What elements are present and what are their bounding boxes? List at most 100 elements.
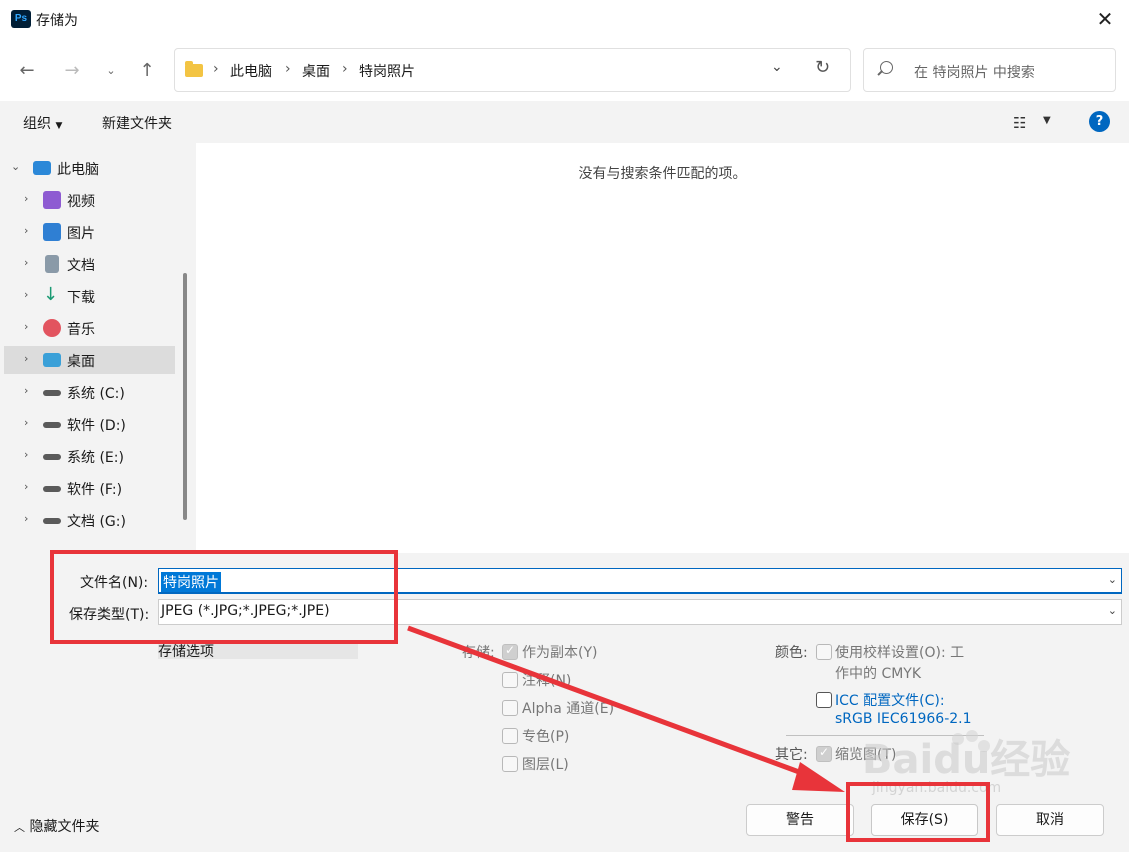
search-box[interactable]: 在 特岗照片 中搜索 [863, 48, 1116, 92]
filetype-value: JPEG (*.JPG;*.JPEG;*.JPE) [161, 603, 330, 619]
sidebar-item-label: 下载 [67, 290, 95, 306]
sidebar-item-desktop[interactable]: › 桌面 [4, 346, 175, 374]
notes-checkbox[interactable] [502, 672, 518, 688]
warning-button[interactable]: 警告 [746, 804, 854, 836]
address-history-dropdown[interactable]: ⌄ [771, 59, 783, 75]
arrow-up-icon: ↑ [139, 60, 155, 81]
spot-color-label: 专色(P) [522, 729, 570, 745]
chevron-right-icon[interactable]: › [24, 384, 28, 397]
alpha-label: Alpha 通道(E) [522, 701, 615, 717]
download-icon: ↓ [43, 284, 59, 305]
sidebar-item-label: 文档 (G:) [67, 514, 126, 530]
address-bar[interactable]: › 此电脑 › 桌面 › 特岗照片 ⌄ ↻ [174, 48, 851, 92]
recent-locations-button[interactable]: ⌄ [100, 60, 122, 82]
sidebar-item-label: 视频 [67, 194, 95, 210]
chevron-right-icon[interactable]: › [24, 416, 28, 429]
caret-down-icon[interactable]: ▼ [1043, 115, 1051, 126]
proof-setup-label: 使用校样设置(O): 工 [835, 645, 965, 661]
back-button[interactable]: ← [16, 60, 38, 82]
chevron-right-icon[interactable]: › [24, 320, 28, 333]
close-icon: ✕ [1096, 7, 1114, 31]
search-input[interactable]: 在 特岗照片 中搜索 [914, 62, 1035, 82]
picture-icon [43, 223, 61, 241]
chevron-right-icon[interactable]: › [24, 192, 28, 205]
chevron-down-icon: ⌄ [106, 64, 116, 77]
breadcrumb-item[interactable]: 特岗照片 [359, 61, 415, 81]
storage-label: 存储: [462, 645, 495, 661]
drive-icon [43, 486, 61, 492]
up-button[interactable]: ↑ [136, 60, 158, 82]
close-button[interactable]: ✕ [1091, 6, 1119, 34]
new-folder-button[interactable]: 新建文件夹 [102, 113, 172, 133]
drive-icon [43, 454, 61, 460]
chevron-right-icon[interactable]: › [24, 448, 28, 461]
sidebar-item-documents[interactable]: › 文档 [0, 250, 180, 278]
music-icon [43, 319, 61, 337]
computer-icon [33, 161, 51, 175]
sidebar-item-label: 此电脑 [57, 162, 99, 178]
chevron-right-icon[interactable]: › [24, 352, 28, 365]
sidebar-item-label: 桌面 [67, 354, 95, 370]
sidebar-item-downloads[interactable]: › ↓ 下载 [0, 282, 180, 310]
sidebar-item-drive-g[interactable]: › 文档 (G:) [0, 506, 180, 534]
search-icon [880, 61, 893, 74]
sidebar-item-label: 系统 (E:) [67, 450, 124, 466]
chevron-right-icon: › [342, 61, 348, 77]
sidebar-item-music[interactable]: › 音乐 [0, 314, 180, 342]
organize-menu[interactable]: 组织 ▼ [23, 113, 62, 133]
chevron-right-icon[interactable]: › [24, 224, 28, 237]
chevron-right-icon: › [213, 61, 219, 77]
chevron-right-icon[interactable]: › [24, 512, 28, 525]
layers-checkbox[interactable] [502, 756, 518, 772]
save-options-panel: 文件名(N): 特岗照片 ⌄ 保存类型(T): JPEG (*.JPG;*.JP… [0, 553, 1129, 852]
view-options-icon[interactable]: ☷ [1013, 114, 1026, 132]
sidebar-item-drive-c[interactable]: › 系统 (C:) [0, 378, 180, 406]
cancel-button[interactable]: 取消 [996, 804, 1104, 836]
sidebar-item-pictures[interactable]: › 图片 [0, 218, 180, 246]
chevron-down-icon[interactable]: ⌄ [1108, 573, 1117, 586]
forward-button[interactable]: → [61, 60, 83, 82]
filetype-select[interactable]: JPEG (*.JPG;*.JPEG;*.JPE) ⌄ [158, 599, 1122, 625]
sidebar-item-label: 文档 [67, 258, 95, 274]
hide-folders-toggle[interactable]: ︿ 隐藏文件夹 [14, 816, 99, 836]
proof-setup-label-line2: 作中的 CMYK [835, 666, 922, 682]
sidebar-item-this-pc[interactable]: ⌄ 此电脑 [0, 154, 180, 182]
other-label: 其它: [775, 747, 808, 763]
toolbar: 组织 ▼ 新建文件夹 ☷ ▼ ? [0, 101, 1129, 143]
breadcrumb-item[interactable]: 桌面 [302, 61, 330, 81]
filename-input[interactable]: 特岗照片 ⌄ [158, 568, 1122, 594]
sidebar-item-drive-e[interactable]: › 系统 (E:) [0, 442, 180, 470]
sidebar-scrollbar[interactable] [183, 273, 187, 520]
file-list[interactable]: 没有与搜索条件匹配的项。 [196, 143, 1129, 553]
sidebar-item-label: 音乐 [67, 322, 95, 338]
chevron-down-icon[interactable]: ⌄ [1108, 604, 1117, 617]
sidebar-item-videos[interactable]: › 视频 [0, 186, 180, 214]
arrow-left-icon: ← [19, 60, 35, 81]
spot-color-checkbox[interactable] [502, 728, 518, 744]
arrow-right-icon: → [64, 60, 80, 81]
icc-profile-value: sRGB IEC61966-2.1 [835, 711, 972, 727]
sidebar-item-drive-d[interactable]: › 软件 (D:) [0, 410, 180, 438]
refresh-icon[interactable]: ↻ [815, 57, 830, 78]
chevron-down-icon[interactable]: ⌄ [11, 160, 20, 173]
save-button[interactable]: 保存(S) [871, 804, 978, 836]
chevron-right-icon[interactable]: › [24, 256, 28, 269]
photoshop-app-icon: Ps [11, 10, 31, 28]
icc-profile-checkbox[interactable] [816, 692, 832, 708]
chevron-right-icon[interactable]: › [24, 288, 28, 301]
proof-setup-checkbox[interactable] [816, 644, 832, 660]
as-copy-label: 作为副本(Y) [522, 645, 598, 661]
title-bar: Ps 存储为 ✕ [0, 0, 1129, 40]
help-icon[interactable]: ? [1089, 111, 1110, 132]
as-copy-checkbox[interactable] [502, 643, 518, 660]
chevron-up-icon: ︿ [14, 821, 25, 834]
thumbnail-checkbox[interactable] [816, 745, 832, 762]
sidebar-item-label: 软件 (D:) [67, 418, 126, 434]
alpha-checkbox[interactable] [502, 700, 518, 716]
breadcrumb-item[interactable]: 此电脑 [230, 61, 272, 81]
drive-icon [43, 422, 61, 428]
sidebar-item-drive-f[interactable]: › 软件 (F:) [0, 474, 180, 502]
chevron-right-icon[interactable]: › [24, 480, 28, 493]
color-label: 颜色: [775, 645, 808, 661]
filename-value: 特岗照片 [161, 572, 221, 592]
